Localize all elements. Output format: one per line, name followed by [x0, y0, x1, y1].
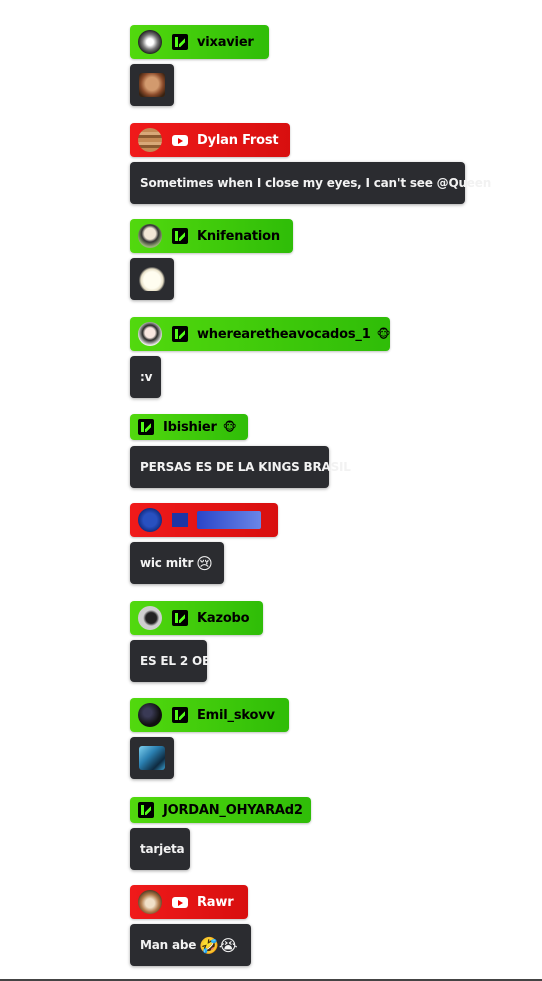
username: JORDAN_OHYARAd2 — [163, 802, 303, 818]
message-bubble — [130, 64, 174, 106]
avatar — [138, 890, 162, 914]
chat-feed: vixavier Dylan Frost Sometimes when I cl… — [0, 0, 542, 981]
message-bubble: ES EL 2 OE — [130, 640, 210, 682]
message-text: ES EL 2 OE — [140, 654, 210, 668]
avatar — [138, 508, 162, 532]
message-bubble: Sometimes when I close my eyes, I can't … — [130, 162, 491, 204]
kick-icon — [138, 419, 154, 435]
crying-emoji-icon: 😢 — [196, 553, 213, 573]
message-bubble: Man abe 🤣😭 — [130, 924, 251, 966]
user-header — [130, 503, 278, 537]
username: Kazobo — [197, 610, 250, 626]
message-bubble: PERSAS ES DE LA KINGS BRASIL — [130, 446, 351, 488]
username: vixavier — [197, 34, 254, 50]
message-bubble — [130, 258, 174, 300]
avatar — [138, 224, 162, 248]
message-text: :v — [140, 370, 153, 384]
user-header: vixavier — [130, 25, 269, 59]
monkey-badge-icon: 🐵 — [376, 327, 391, 341]
message-text: Man abe — [140, 938, 197, 952]
message-text: PERSAS ES DE LA KINGS BRASIL — [140, 460, 351, 474]
emote-blue-icon — [139, 746, 165, 770]
kick-icon — [172, 34, 188, 50]
kick-icon — [172, 707, 188, 723]
kick-icon — [172, 610, 188, 626]
user-header: Ibishier 🐵 — [130, 414, 248, 440]
emote-sheep-icon — [139, 267, 165, 291]
message-bubble: wic mitr 😢 — [130, 542, 224, 584]
username-graphic — [197, 511, 261, 529]
user-header: Emil_skovv — [130, 698, 289, 732]
avatar — [138, 30, 162, 54]
message-bubble — [130, 737, 174, 779]
user-header: Rawr — [130, 885, 248, 919]
youtube-icon — [172, 513, 188, 527]
message-text: tarjeta — [140, 842, 185, 856]
username: wherearetheavocados_1 — [197, 326, 371, 342]
youtube-icon — [172, 896, 188, 908]
kick-icon — [172, 326, 188, 342]
user-header: JORDAN_OHYARAd2 — [130, 797, 311, 823]
kick-icon — [172, 228, 188, 244]
kick-icon — [138, 802, 154, 818]
user-header: Knifenation — [130, 219, 293, 253]
avatar — [138, 128, 162, 152]
message-text: Sometimes when I close my eyes, I can't … — [140, 176, 492, 190]
username: Knifenation — [197, 228, 280, 244]
message-text: wic mitr — [140, 556, 194, 570]
monkey-badge-icon: 🐵 — [222, 420, 237, 434]
avatar — [138, 606, 162, 630]
username: Ibishier — [163, 419, 217, 435]
user-header: Dylan Frost — [130, 123, 290, 157]
laughing-crying-emoji-icon: 🤣😭 — [199, 935, 238, 955]
user-header: Kazobo — [130, 601, 263, 635]
avatar — [138, 703, 162, 727]
username: Dylan Frost — [197, 132, 279, 148]
message-bubble: tarjeta — [130, 828, 190, 870]
username: Rawr — [197, 894, 234, 910]
emote-face-icon — [139, 73, 165, 97]
user-header: wherearetheavocados_1 🐵 — [130, 317, 390, 351]
username: Emil_skovv — [197, 707, 275, 723]
message-bubble: :v — [130, 356, 161, 398]
avatar — [138, 322, 162, 346]
youtube-icon — [172, 134, 188, 146]
